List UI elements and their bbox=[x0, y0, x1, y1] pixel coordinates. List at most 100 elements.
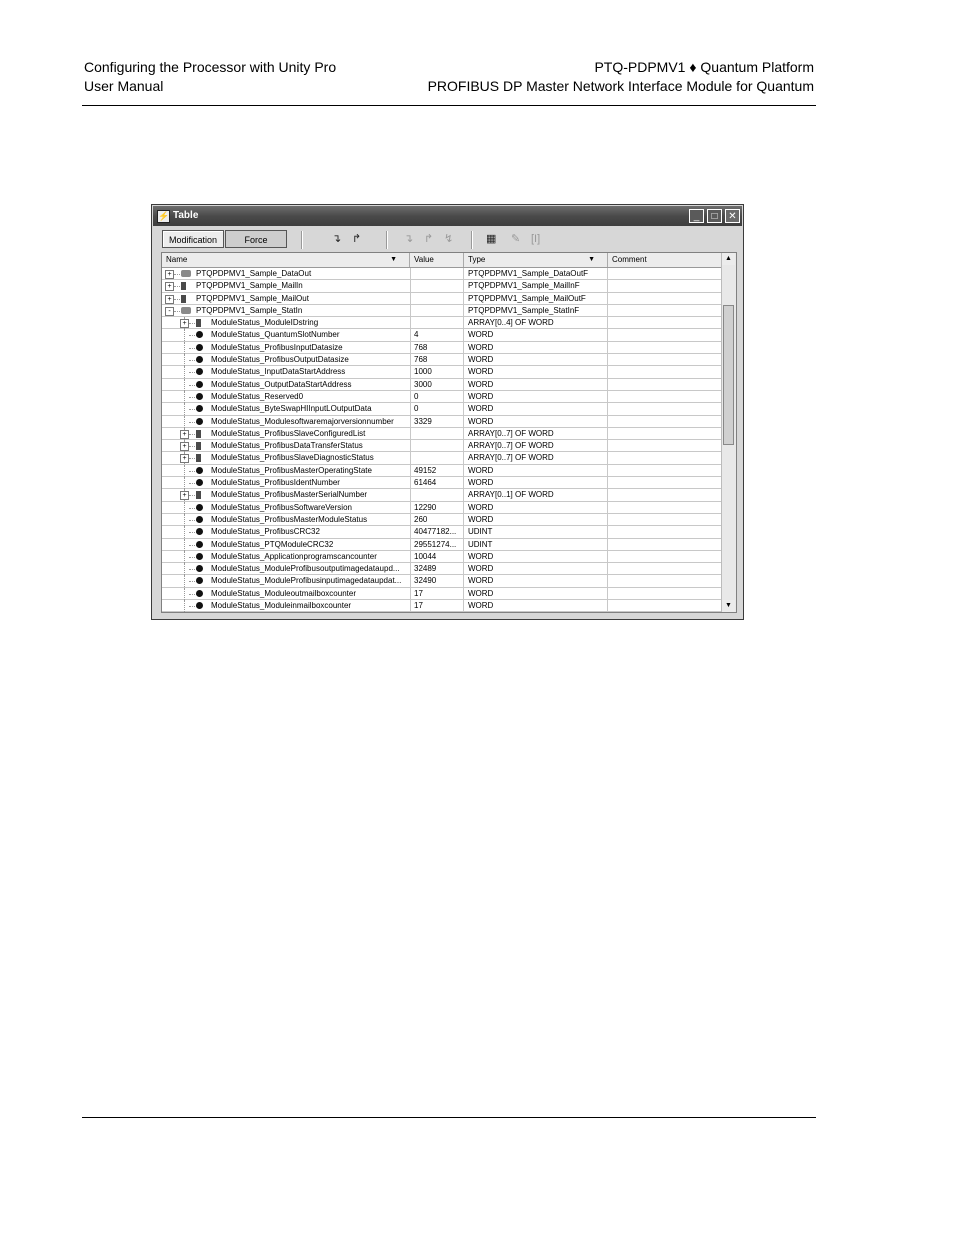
name-cell[interactable]: + ModuleStatus_ProfibusMasterSerialNumber bbox=[162, 489, 411, 502]
name-cell[interactable]: ModuleStatus_OutputDataStartAddress bbox=[162, 378, 411, 391]
minimize-icon[interactable]: _ bbox=[689, 209, 704, 223]
name-cell[interactable]: ModuleStatus_Moduleoutmailboxcounter bbox=[162, 587, 411, 600]
unforce-icon[interactable]: ↱ bbox=[424, 232, 433, 246]
expand-icon[interactable]: + bbox=[180, 319, 189, 329]
table-row[interactable]: + ModuleStatus_ProfibusDataTransferStatus… bbox=[162, 440, 724, 453]
table-row[interactable]: ModuleStatus_ProfibusInputDatasize 768 WOR… bbox=[162, 341, 724, 355]
comment-cell[interactable] bbox=[608, 305, 724, 317]
force-icon[interactable]: ↴ bbox=[404, 232, 413, 246]
table-row[interactable]: - PTQPDPMV1_Sample_StatIn PTQPDPMV1_Sample… bbox=[162, 304, 724, 318]
comment-cell[interactable] bbox=[608, 575, 724, 587]
value-cell[interactable]: 32490 bbox=[410, 575, 464, 588]
comment-cell[interactable] bbox=[608, 366, 724, 378]
value-cell[interactable]: 260 bbox=[410, 513, 464, 526]
name-cell[interactable]: ModuleStatus_Applicationprogramscancount… bbox=[162, 550, 411, 563]
expand-icon[interactable]: + bbox=[165, 282, 174, 292]
name-cell[interactable]: + PTQPDPMV1_Sample_DataOut bbox=[162, 268, 411, 280]
value-cell[interactable]: 17 bbox=[410, 600, 464, 612]
value-cell[interactable]: 3329 bbox=[410, 415, 464, 428]
name-cell[interactable]: ModuleStatus_QuantumSlotNumber bbox=[162, 329, 411, 342]
name-cell[interactable]: ModuleStatus_ProfibusSoftwareVersion bbox=[162, 501, 411, 514]
value-cell[interactable] bbox=[410, 440, 464, 453]
column-header-name[interactable]: Name ▼ bbox=[162, 253, 410, 267]
value-cell[interactable]: 0 bbox=[410, 403, 464, 416]
value-cell[interactable]: 1000 bbox=[410, 366, 464, 379]
name-cell[interactable]: + ModuleStatus_ModuleIDstring bbox=[162, 317, 411, 330]
name-cell[interactable]: ModuleStatus_ProfibusMasterModuleStatus bbox=[162, 513, 411, 526]
table-row[interactable]: ModuleStatus_Reserved0 0 WORD bbox=[162, 390, 724, 404]
value-cell[interactable]: 49152 bbox=[410, 464, 464, 477]
table-row[interactable]: ModuleStatus_ProfibusMasterOperatingStat… bbox=[162, 464, 724, 478]
unforce-all-icon[interactable]: ↯ bbox=[444, 232, 453, 246]
table-row[interactable]: ModuleStatus_InputDataStartAddress 1000 WO… bbox=[162, 366, 724, 379]
comment-cell[interactable] bbox=[608, 293, 724, 305]
comment-cell[interactable] bbox=[608, 268, 724, 280]
table-row[interactable]: + PTQPDPMV1_Sample_MailIn PTQPDPMV1_Sample… bbox=[162, 280, 724, 293]
comment-cell[interactable] bbox=[608, 440, 724, 452]
tab-force[interactable]: Force bbox=[225, 230, 287, 248]
name-cell[interactable]: ModuleStatus_ByteSwapHIInputLOutputData bbox=[162, 403, 411, 416]
comment-cell[interactable] bbox=[608, 477, 724, 489]
maximize-icon[interactable]: □ bbox=[707, 209, 722, 223]
table-row[interactable]: ModuleStatus_ProfibusOutputDatasize 768 WO… bbox=[162, 354, 724, 367]
expand-icon[interactable]: + bbox=[165, 294, 174, 304]
scroll-up-icon[interactable]: ▲ bbox=[722, 253, 735, 265]
tab-modification[interactable]: Modification bbox=[162, 230, 224, 248]
value-cell[interactable] bbox=[410, 292, 464, 305]
table-row[interactable]: ModuleStatus_PTQModuleCRC32 29551274... UD… bbox=[162, 538, 724, 551]
value-cell[interactable] bbox=[410, 489, 464, 502]
column-header-comment[interactable]: Comment bbox=[608, 253, 724, 267]
comment-cell[interactable] bbox=[608, 502, 724, 514]
table-row[interactable]: + ModuleStatus_ProfibusSlaveDiagnosticSta… bbox=[162, 452, 724, 465]
name-cell[interactable]: ModuleStatus_ProfibusInputDatasize bbox=[162, 341, 411, 354]
comment-cell[interactable] bbox=[608, 329, 724, 341]
value-cell[interactable]: 768 bbox=[410, 341, 464, 354]
name-cell[interactable]: + ModuleStatus_ProfibusSlaveDiagnosticSta… bbox=[162, 452, 411, 465]
comment-cell[interactable] bbox=[608, 354, 724, 366]
comment-cell[interactable] bbox=[608, 539, 724, 551]
value-cell[interactable]: 17 bbox=[410, 587, 464, 600]
table-row[interactable]: ModuleStatus_OutputDataStartAddress 3000 W… bbox=[162, 378, 724, 391]
chevron-down-icon[interactable]: ▼ bbox=[588, 253, 595, 267]
name-cell[interactable]: ModuleStatus_PTQModuleCRC32 bbox=[162, 538, 411, 551]
name-cell[interactable]: ModuleStatus_ModuleProfibusinputimagedat… bbox=[162, 575, 411, 588]
close-icon[interactable]: ✕ bbox=[725, 209, 740, 223]
name-cell[interactable]: ModuleStatus_Moduleinmailboxcounter bbox=[162, 600, 411, 612]
comment-cell[interactable] bbox=[608, 342, 724, 354]
comment-cell[interactable] bbox=[608, 526, 724, 538]
value-cell[interactable]: 768 bbox=[410, 354, 464, 367]
value-cell[interactable] bbox=[410, 427, 464, 440]
window-titlebar[interactable]: ⚡ Table _ □ ✕ bbox=[153, 206, 742, 226]
comment-cell[interactable] bbox=[608, 428, 724, 440]
comment-cell[interactable] bbox=[608, 588, 724, 600]
vertical-scrollbar[interactable]: ▲ ▼ bbox=[721, 253, 736, 612]
name-cell[interactable]: + PTQPDPMV1_Sample_MailIn bbox=[162, 280, 411, 293]
name-cell[interactable]: - PTQPDPMV1_Sample_StatIn bbox=[162, 304, 411, 317]
value-cell[interactable]: 32489 bbox=[410, 563, 464, 576]
table-row[interactable]: ModuleStatus_ProfibusIdentNumber 61464 WOR… bbox=[162, 477, 724, 490]
table-row[interactable]: ModuleStatus_Applicationprogramscancount… bbox=[162, 550, 724, 564]
value-cell[interactable]: 4 bbox=[410, 329, 464, 342]
value-cell[interactable]: 40477182... bbox=[410, 526, 464, 539]
table-row[interactable]: ModuleStatus_Modulesoftwaremajorversionn… bbox=[162, 415, 724, 428]
comment-cell[interactable] bbox=[608, 379, 724, 391]
chevron-down-icon[interactable]: ▼ bbox=[390, 253, 397, 267]
comment-cell[interactable] bbox=[608, 452, 724, 464]
set-value-icon[interactable]: ↴ bbox=[332, 232, 341, 246]
name-cell[interactable]: ModuleStatus_ProfibusOutputDatasize bbox=[162, 354, 411, 367]
name-cell[interactable]: + PTQPDPMV1_Sample_MailOut bbox=[162, 292, 411, 305]
column-header-type[interactable]: Type ▼ bbox=[464, 253, 608, 267]
name-cell[interactable]: + ModuleStatus_ProfibusSlaveConfiguredLis… bbox=[162, 427, 411, 440]
name-cell[interactable]: ModuleStatus_Modulesoftwaremajorversionn… bbox=[162, 415, 411, 428]
scroll-down-icon[interactable]: ▼ bbox=[722, 600, 735, 612]
table-row[interactable]: ModuleStatus_Moduleoutmailboxcounter 17 WO… bbox=[162, 587, 724, 601]
table-row[interactable]: + ModuleStatus_ModuleIDstring ARRAY[0..4] … bbox=[162, 317, 724, 330]
comment-cell[interactable] bbox=[608, 514, 724, 526]
value-cell[interactable] bbox=[410, 304, 464, 317]
table-row[interactable]: ModuleStatus_ModuleProfibusoutputimageda… bbox=[162, 563, 724, 576]
column-header-value[interactable]: Value bbox=[410, 253, 464, 267]
scroll-thumb[interactable] bbox=[723, 305, 734, 445]
comment-cell[interactable] bbox=[608, 551, 724, 563]
comment-cell[interactable] bbox=[608, 600, 724, 612]
expand-icon[interactable]: + bbox=[180, 442, 189, 452]
